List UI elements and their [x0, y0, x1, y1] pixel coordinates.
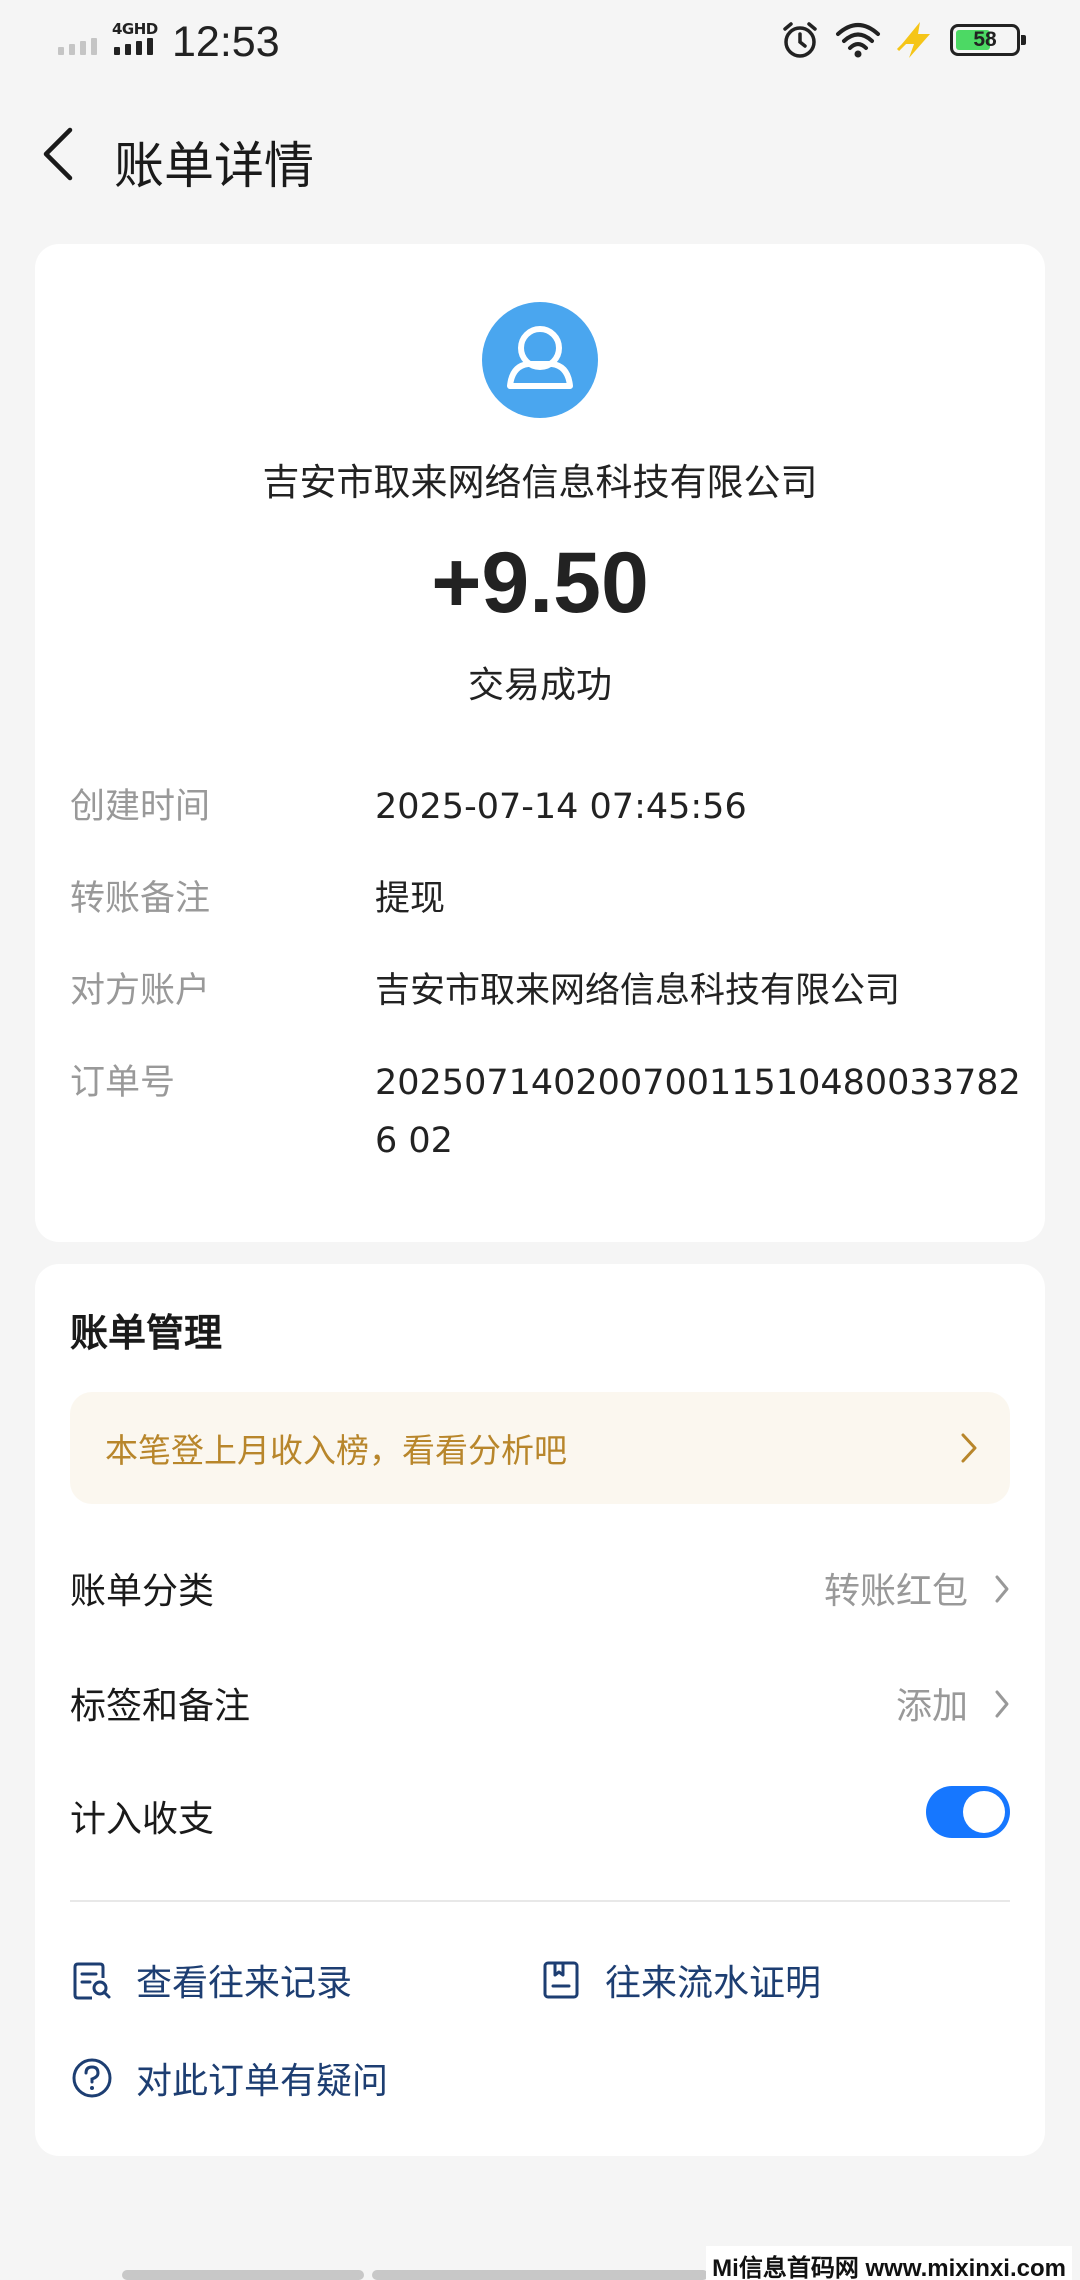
merchant-avatar — [482, 302, 598, 418]
row-label: 账单分类 — [70, 1571, 215, 1612]
detail-value: 202507140200700115104800337826 02 — [375, 1063, 1021, 1161]
bill-summary-card: 吉安市取来网络信息科技有限公司 +9.50 交易成功 创建时间 2025-07-… — [35, 244, 1045, 1242]
row-label: 标签和备注 — [70, 1686, 251, 1727]
include-in-balance-row: 计入收支 — [70, 1782, 1010, 1852]
battery-level: 58 — [973, 28, 997, 51]
link-label: 对此订单有疑问 — [136, 2061, 389, 2102]
section-title: 账单管理 — [70, 1311, 223, 1355]
merchant-name: 吉安市取来网络信息科技有限公司 — [262, 461, 818, 504]
view-history-link[interactable]: 查看往来记录 — [70, 1954, 352, 2006]
detail-value: 2025-07-14 07:45:56 — [375, 787, 747, 827]
question-icon — [72, 2058, 112, 2098]
row-value: 添加 — [895, 1686, 968, 1727]
banner-text: 本笔登上月收入榜，看看分析吧 — [105, 1431, 567, 1470]
income-ranking-banner[interactable]: 本笔登上月收入榜，看看分析吧 — [70, 1392, 1010, 1504]
person-icon — [507, 326, 573, 389]
transaction-amount: +9.50 — [431, 535, 649, 631]
order-question-link[interactable]: 对此订单有疑问 — [70, 2052, 388, 2104]
bill-category-row[interactable]: 账单分类 转账红包 — [70, 1554, 1010, 1624]
chevron-right-icon — [961, 1433, 977, 1463]
detail-label: 转账备注 — [70, 879, 211, 919]
chevron-right-icon — [995, 1690, 1009, 1718]
signal-sim1-icon — [58, 38, 97, 55]
chevron-right-icon — [995, 1575, 1009, 1603]
charging-icon — [896, 22, 930, 58]
gesture-bar — [372, 2270, 708, 2280]
detail-value: 吉安市取来网络信息科技有限公司 — [375, 971, 901, 1011]
wifi-icon — [836, 23, 880, 58]
watermark: Mi信息首码网 www.mixinxi.com — [706, 2246, 1072, 2280]
status-bar: 4GHD 12:53 58 — [0, 0, 1080, 88]
alarm-icon — [783, 22, 817, 58]
row-label: 计入收支 — [70, 1799, 215, 1840]
status-time: 12:53 — [172, 18, 280, 66]
record-search-icon — [73, 1962, 111, 2000]
link-label: 查看往来记录 — [136, 1963, 353, 2004]
battery-icon: 58 — [950, 24, 1026, 56]
divider — [70, 1900, 1010, 1902]
row-value: 转账红包 — [823, 1571, 968, 1612]
bill-management-card: 账单管理 本笔登上月收入榜，看看分析吧 账单分类 转账红包 标签和备注 添加 计… — [35, 1264, 1045, 2156]
detail-value: 提现 — [375, 879, 446, 919]
gesture-bar — [122, 2270, 364, 2280]
network-type-label: 4GHD — [112, 20, 158, 38]
document-icon — [543, 1961, 579, 1999]
detail-label: 订单号 — [70, 1063, 176, 1103]
top-nav: 账单详情 — [0, 100, 1080, 210]
tags-notes-row[interactable]: 标签和备注 添加 — [70, 1669, 1010, 1739]
back-chevron-icon[interactable] — [36, 124, 86, 184]
detail-label: 对方账户 — [70, 971, 211, 1011]
link-label: 往来流水证明 — [605, 1963, 822, 2004]
transaction-status: 交易成功 — [467, 665, 612, 706]
signal-sim2-icon — [114, 38, 153, 55]
page-title: 账单详情 — [114, 137, 314, 195]
transaction-proof-link[interactable]: 往来流水证明 — [539, 1954, 821, 2006]
include-in-balance-toggle[interactable] — [926, 1786, 1010, 1838]
detail-label: 创建时间 — [70, 787, 211, 827]
